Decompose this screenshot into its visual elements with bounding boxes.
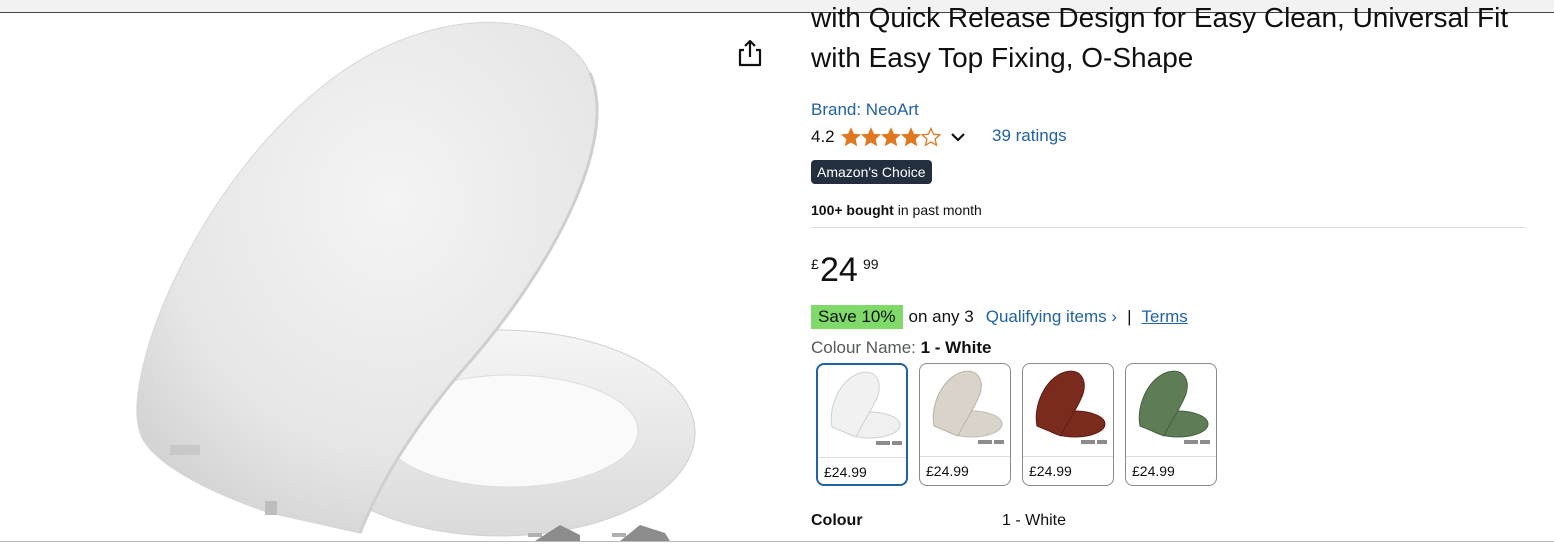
promo-text: on any 3 — [908, 307, 974, 326]
swatch-price: £24.99 — [1023, 456, 1113, 485]
chevron-down-icon[interactable] — [949, 128, 967, 146]
star-icon — [840, 127, 861, 147]
colour-swatch-white[interactable]: £24.99 — [816, 363, 908, 486]
save-badge: Save 10% — [811, 305, 903, 329]
swatch-image — [1035, 370, 1107, 444]
divider — [811, 227, 1526, 228]
colour-name: Colour Name: 1 - White — [811, 338, 991, 358]
swatch-price: £24.99 — [818, 457, 906, 484]
swatch-price: £24.99 — [1126, 456, 1216, 485]
rating-value: 4.2 — [811, 127, 835, 146]
product-main-image[interactable] — [80, 13, 720, 541]
colour-name-label: Colour Name: — [811, 338, 916, 357]
product-title: with Quick Release Design for Easy Clean… — [811, 2, 1509, 73]
swatch-image — [932, 370, 1004, 444]
price-whole: 24 — [820, 251, 858, 289]
colour-swatch-beige[interactable]: £24.99 — [919, 363, 1011, 486]
star-icon — [900, 127, 921, 147]
browser-bottom-edge — [0, 541, 1554, 555]
promo-separator: | — [1127, 307, 1132, 326]
swatch-image — [1138, 370, 1210, 444]
price-symbol: £ — [811, 256, 819, 272]
colour-name-value: 1 - White — [920, 338, 992, 357]
colour-swatches: £24.99 £24.99 £24.99 £24.99 — [816, 363, 1228, 486]
price-fraction: 99 — [863, 256, 879, 272]
bought-count: 100+ bought — [811, 202, 894, 218]
bought-in-past-month: 100+ bought in past month — [811, 202, 982, 218]
swatch-price: £24.99 — [920, 456, 1010, 485]
bought-period: in past month — [893, 202, 982, 218]
brand-link[interactable]: Brand: NeoArt — [811, 100, 919, 120]
terms-link[interactable]: Terms — [1141, 307, 1187, 327]
star-icon — [860, 127, 881, 147]
colour-swatch-brown[interactable]: £24.99 — [1022, 363, 1114, 486]
qualifying-items-link[interactable]: Qualifying items › — [986, 307, 1117, 327]
promotion-row: Save 10% on any 3 Qualifying items › | T… — [811, 304, 1188, 330]
ratings-count-link[interactable]: 39 ratings — [992, 126, 1067, 146]
colour-swatch-green[interactable]: £24.99 — [1125, 363, 1217, 486]
share-icon[interactable] — [736, 38, 764, 68]
star-icon — [880, 127, 901, 147]
rating-stars[interactable] — [840, 127, 941, 147]
star-empty-icon — [920, 127, 941, 147]
spec-key-colour: Colour — [811, 512, 863, 529]
spec-value-colour: 1 - White — [1002, 512, 1067, 529]
rating-summary[interactable]: 4.2 — [811, 124, 967, 150]
swatch-image — [830, 371, 902, 445]
amazons-choice-badge[interactable]: Amazon's Choice — [811, 160, 932, 184]
